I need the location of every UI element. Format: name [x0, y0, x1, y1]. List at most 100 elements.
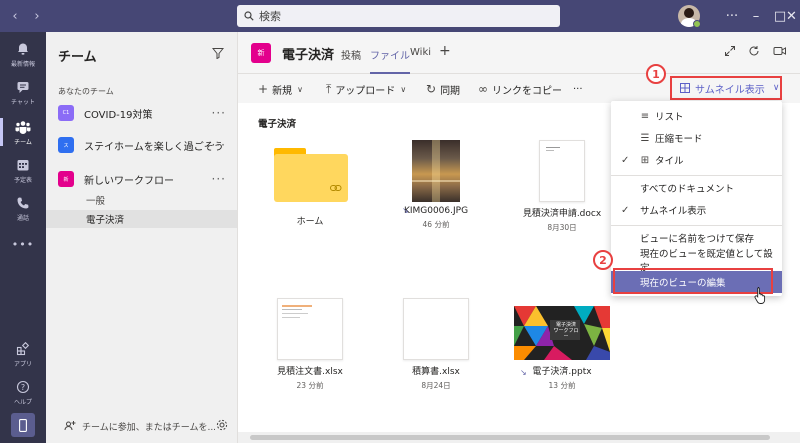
chat-icon	[15, 79, 31, 95]
meet-now-icon[interactable]	[773, 45, 787, 60]
sync-status-icon: ↘	[402, 206, 409, 215]
upload-button[interactable]: ⤒ アップロード ∨	[326, 75, 406, 103]
filter-icon[interactable]	[211, 47, 225, 62]
rail-item-help[interactable]: ? ヘルプ	[0, 372, 46, 412]
teams-pane: チーム あなたのチーム C1 COVID-19対策 ··· ス ステイホームを楽…	[46, 32, 238, 443]
phone-icon	[15, 195, 31, 211]
spreadsheet-thumbnail	[403, 298, 469, 360]
channel-item-general[interactable]: 一般	[46, 191, 237, 209]
file-name: 見積決済申請.docx	[522, 209, 602, 219]
plus-icon: +	[258, 82, 269, 96]
folder-icon	[272, 148, 348, 202]
rail-item-calendar[interactable]: 予定表	[0, 150, 46, 190]
forward-arrow-icon[interactable]: ›	[26, 9, 48, 24]
gear-icon[interactable]	[216, 419, 228, 434]
file-date: 23 分前	[296, 381, 324, 390]
team-avatar: ス	[58, 137, 74, 153]
file-tile-xlsx-order[interactable]: 見積注文書.xlsx 23 分前	[260, 298, 360, 391]
chevron-down-icon: ∨	[297, 84, 303, 94]
back-arrow-icon[interactable]: ‹	[4, 9, 26, 24]
team-name: 新しいワークフロー	[84, 175, 174, 187]
presence-available-icon	[693, 20, 701, 28]
tile-icon: ⊞	[640, 154, 650, 166]
file-date: 8月30日	[547, 223, 577, 232]
checkmark-icon: ✓	[621, 154, 630, 166]
teams-icon	[15, 119, 31, 135]
team-avatar: 新	[58, 171, 74, 187]
presentation-thumbnail: 電子決済 ワークフロー	[514, 306, 610, 360]
search-icon	[244, 11, 254, 21]
file-name: 電子決済.pptx	[532, 367, 592, 377]
menu-item-thumbnail-view[interactable]: ✓ サムネイル表示	[611, 199, 782, 221]
list-icon: ≡	[640, 110, 650, 122]
close-icon[interactable]: ✕	[783, 0, 800, 32]
join-team-button[interactable]: チームに参加、またはチームを...	[46, 412, 237, 440]
calendar-icon	[15, 157, 31, 173]
menu-item-all-documents[interactable]: すべてのドキュメント	[611, 177, 782, 199]
rail-item-calls[interactable]: 通話	[0, 188, 46, 228]
sync-status-icon: ↘	[520, 368, 527, 377]
spreadsheet-thumbnail	[277, 298, 343, 360]
file-tile-pptx[interactable]: 電子決済 ワークフロー 電子決済.pptx 13 分前 ↘	[512, 298, 612, 391]
sync-button[interactable]: ↻ 同期	[426, 75, 460, 103]
upload-icon: ⤒	[326, 81, 332, 96]
file-tile-folder[interactable]: ホーム	[260, 140, 360, 227]
new-button[interactable]: + 新規 ∨	[258, 75, 303, 103]
bell-icon	[15, 41, 31, 57]
add-tab-button[interactable]: +	[439, 43, 451, 70]
file-date: 46 分前	[422, 220, 450, 229]
tab-posts[interactable]: 投稿	[341, 47, 361, 74]
horizontal-scrollbar[interactable]	[238, 432, 800, 443]
expand-icon[interactable]	[724, 45, 736, 60]
rail-item-apps[interactable]: アプリ	[0, 334, 46, 374]
checkmark-icon: ✓	[621, 204, 630, 216]
library-title: 電子決済	[258, 119, 297, 130]
apps-icon	[15, 341, 31, 357]
team-item-stayhome[interactable]: ス ステイホームを楽しく過ごそう ···	[58, 134, 234, 156]
channel-header: 新 電子決済 投稿 ファイル Wiki +	[238, 32, 800, 74]
file-name: 積算書.xlsx	[412, 367, 460, 377]
more-actions-button[interactable]: ···	[573, 75, 583, 103]
search-placeholder: 検索	[259, 10, 281, 23]
file-name: KIMG0006.JPG	[403, 206, 469, 216]
view-menu: ≡ リスト ☰ 圧縮モード ✓ ⊞ タイル すべてのドキュメント ✓ サムネイル…	[611, 101, 782, 296]
view-switcher-button[interactable]: サムネイル表示 ∨	[670, 76, 782, 100]
menu-item-tile[interactable]: ✓ ⊞ タイル	[611, 149, 782, 171]
hand-cursor-icon	[754, 287, 766, 304]
chevron-down-icon: ∨	[772, 83, 780, 93]
rail-item-mobile[interactable]	[0, 408, 46, 442]
rail-item-chat[interactable]: チャット	[0, 72, 46, 112]
file-date: 8月24日	[421, 381, 451, 390]
refresh-icon[interactable]	[748, 45, 760, 60]
compact-icon: ☰	[640, 132, 650, 144]
copy-link-button[interactable]: ∞ リンクをコピー	[478, 75, 562, 103]
help-icon: ?	[15, 379, 31, 395]
grid-icon	[680, 83, 690, 93]
channel-title: 電子決済	[282, 48, 335, 63]
file-date: 13 分前	[548, 381, 576, 390]
rail-item-teams[interactable]: チーム	[0, 112, 46, 152]
sync-icon: ↻	[426, 82, 437, 96]
tab-files[interactable]: ファイル	[370, 47, 410, 74]
more-options-icon[interactable]: ···	[212, 106, 226, 120]
search-input[interactable]: 検索	[237, 5, 560, 27]
rail-item-activity[interactable]: 最新情報	[0, 34, 46, 74]
more-options-icon[interactable]: ···	[212, 172, 226, 186]
scrollbar-thumb[interactable]	[250, 435, 770, 440]
file-name: 見積注文書.xlsx	[277, 367, 343, 377]
menu-item-compact[interactable]: ☰ 圧縮モード	[611, 127, 782, 149]
file-tile-docx[interactable]: 見積決済申請.docx 8月30日	[512, 140, 612, 233]
teams-pane-title: チーム	[58, 50, 97, 65]
team-item-covid[interactable]: C1 COVID-19対策 ···	[58, 102, 234, 124]
team-item-workflow[interactable]: 新 新しいワークフロー ···	[58, 168, 234, 190]
svg-text:?: ?	[21, 383, 25, 392]
rail-item-more[interactable]: •••	[0, 224, 46, 264]
more-icon: •••	[11, 237, 35, 251]
callout-2: 2	[593, 250, 613, 270]
more-options-icon[interactable]: ···	[212, 138, 226, 152]
channel-item-payment[interactable]: 電子決済	[46, 210, 237, 228]
tab-wiki[interactable]: Wiki	[410, 47, 431, 74]
file-tile-image[interactable]: KIMG0006.JPG 46 分前 ↘	[386, 140, 486, 230]
file-tile-xlsx-estimate[interactable]: 積算書.xlsx 8月24日	[386, 298, 486, 391]
menu-item-list[interactable]: ≡ リスト	[611, 105, 782, 127]
